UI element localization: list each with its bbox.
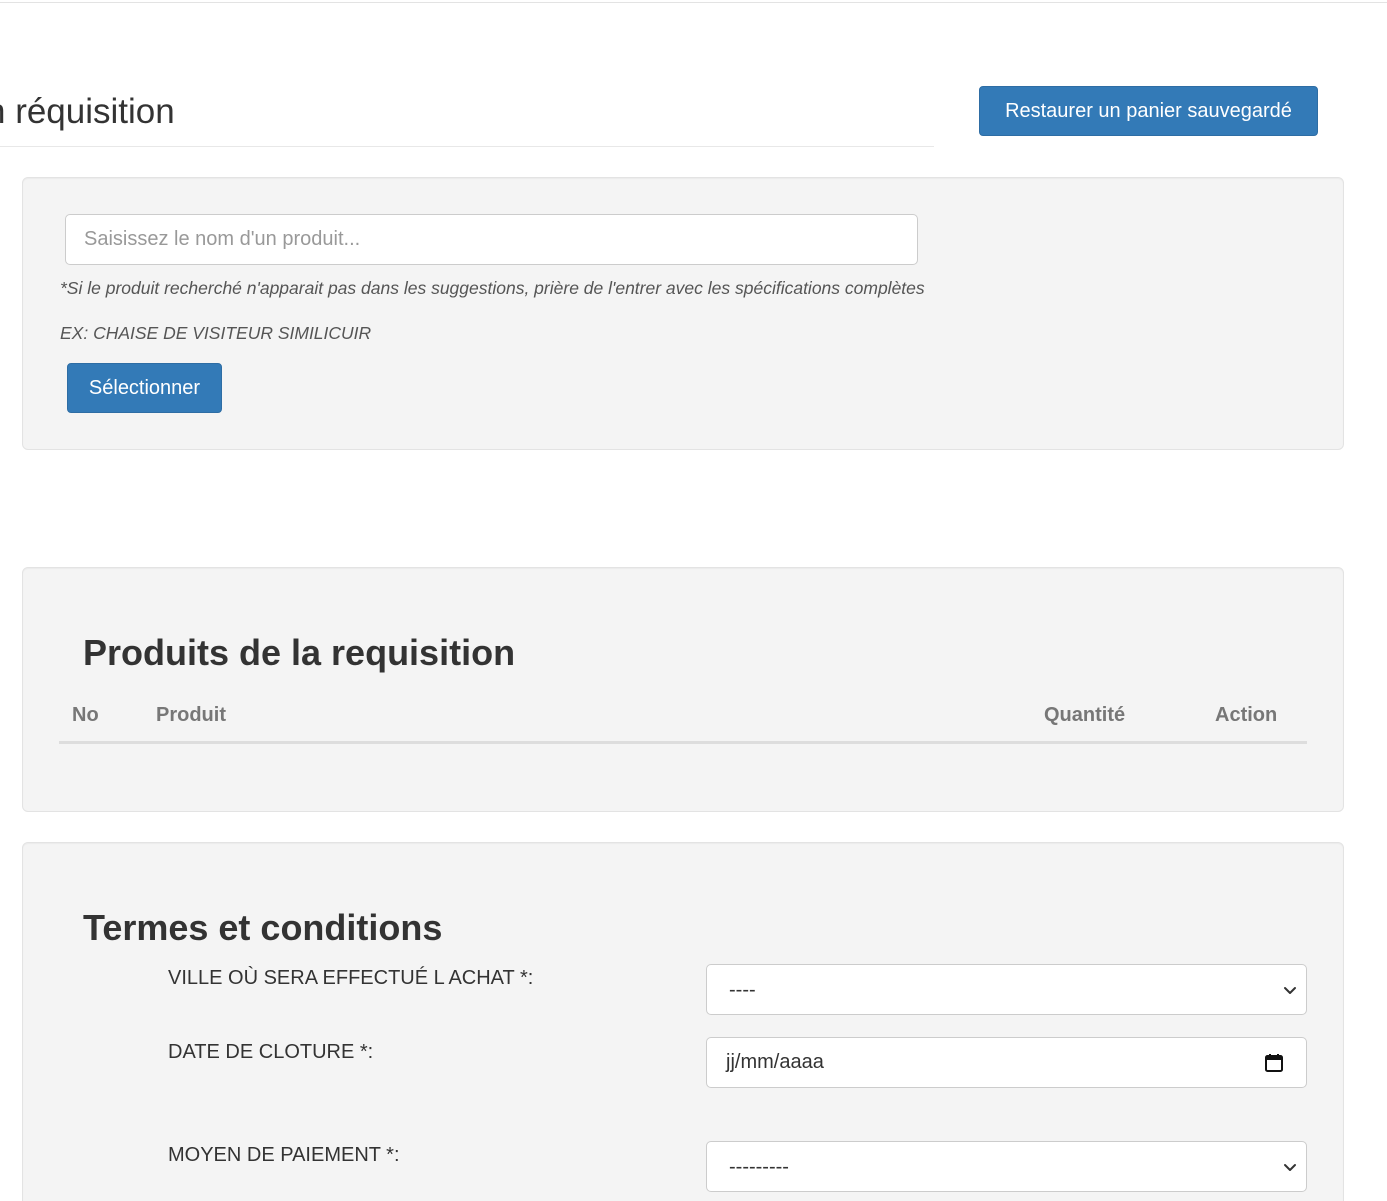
column-header-produit: Produit <box>156 704 226 726</box>
chevron-down-icon <box>1284 1164 1296 1171</box>
search-example-text: EX: CHAISE DE VISITEUR SIMILICUIR <box>60 323 372 343</box>
product-search-input[interactable] <box>65 214 918 265</box>
payment-method-select[interactable]: --------- <box>706 1141 1307 1192</box>
restore-saved-cart-button[interactable]: Restaurer un panier sauvegardé <box>979 86 1318 136</box>
chevron-down-icon <box>1284 987 1296 994</box>
close-date-input[interactable]: jj/mm/aaaa <box>706 1037 1307 1088</box>
title-divider <box>0 146 934 147</box>
table-header-divider <box>59 741 1307 744</box>
products-heading: Produits de la requisition <box>83 632 516 673</box>
column-header-quantite: Quantité <box>1044 704 1126 726</box>
terms-heading: Termes et conditions <box>83 907 443 948</box>
calendar-icon[interactable] <box>1264 1053 1284 1073</box>
page-title: n réquisition <box>0 92 175 131</box>
column-header-no: No <box>72 704 99 726</box>
search-hint-text: *Si le produit recherché n'apparait pas … <box>60 278 925 298</box>
payment-method-label: MOYEN DE PAIEMENT *: <box>168 1144 400 1166</box>
payment-method-value: --------- <box>729 1156 789 1178</box>
city-select-value: ---- <box>729 979 756 1001</box>
city-label: VILLE OÙ SERA EFFECTUÉ L ACHAT *: <box>168 967 534 989</box>
column-header-action: Action <box>1215 704 1278 726</box>
close-date-value: jj/mm/aaaa <box>726 1051 824 1073</box>
select-product-button[interactable]: Sélectionner <box>67 363 222 413</box>
city-select[interactable]: ---- <box>706 964 1307 1015</box>
close-date-label: DATE DE CLOTURE *: <box>168 1041 374 1063</box>
top-divider <box>0 2 1387 3</box>
requisition-products-panel <box>22 567 1344 812</box>
